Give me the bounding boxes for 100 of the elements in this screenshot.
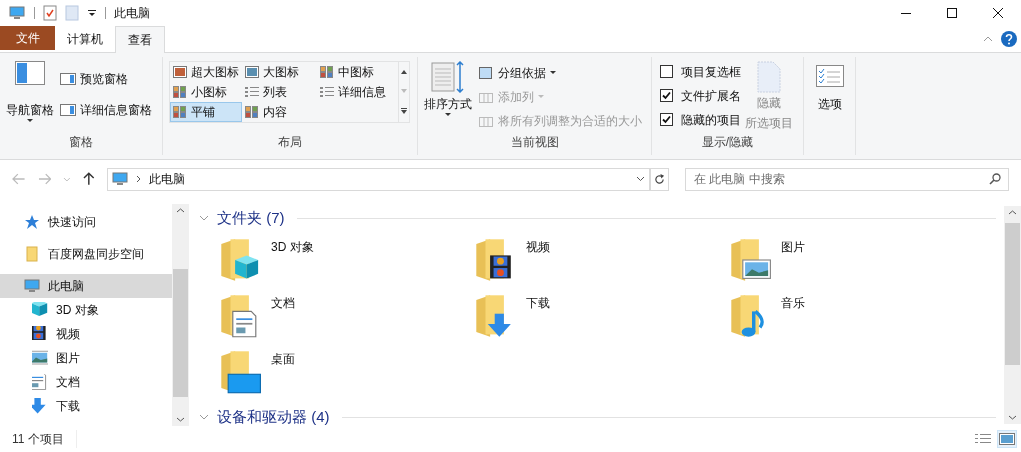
caret-icon [445, 113, 451, 117]
search-field[interactable]: 在 此电脑 中搜索 [685, 167, 1009, 191]
film-icon [32, 326, 48, 342]
pane-button[interactable]: 详细信息窗格 [60, 101, 152, 119]
scroll-up-icon[interactable] [401, 69, 407, 74]
address-path: 此电脑 [148, 171, 185, 188]
folder-tile[interactable]: 桌面 [219, 349, 474, 405]
close-icon [993, 8, 1003, 18]
view-layout-icon [173, 106, 187, 118]
cube-icon [32, 302, 48, 318]
nav-item[interactable]: 下载 [0, 394, 172, 418]
properties-icon[interactable] [43, 5, 57, 21]
view-layout-icon [173, 86, 187, 98]
large-icons-view-icon [999, 433, 1015, 445]
folder-icon [24, 246, 40, 262]
folder-tile[interactable]: 下载 [474, 293, 729, 349]
pane-icon [60, 73, 76, 85]
help-icon[interactable] [1001, 31, 1017, 47]
breadcrumb-chevron-icon [135, 175, 141, 183]
layout-option[interactable]: 详细信息 [317, 82, 397, 102]
scroll-up-icon[interactable] [176, 208, 185, 213]
search-icon[interactable] [989, 172, 1001, 185]
monitor-icon [24, 278, 40, 294]
up-icon[interactable] [82, 172, 95, 186]
down-arrow-icon [32, 398, 48, 414]
nav-item[interactable]: 图片 [0, 346, 172, 370]
scrollbar-thumb[interactable] [1005, 223, 1020, 365]
scroll-down-icon[interactable] [176, 417, 185, 422]
navigation-pane-button[interactable]: 导航窗格 [4, 57, 56, 133]
caret-icon [27, 119, 33, 123]
folder-tile[interactable]: 图片 [729, 237, 984, 293]
scroll-down-icon[interactable] [1008, 415, 1017, 420]
collapse-ribbon-icon[interactable] [983, 36, 993, 42]
scroll-up-icon[interactable] [1008, 210, 1017, 215]
pane-layout-icon [15, 61, 45, 85]
star-icon [24, 214, 40, 230]
nav-item[interactable]: 百度网盘同步空间 [0, 242, 172, 266]
view-layout-icon [320, 86, 334, 98]
folder-tile[interactable]: 3D 对象 [219, 237, 474, 293]
address-field[interactable]: 此电脑 [106, 167, 650, 191]
sidebar-scrollbar[interactable] [172, 204, 189, 426]
checkbox[interactable] [660, 113, 673, 126]
view-action-button[interactable]: 分组依据 [478, 63, 642, 82]
scrollbar-thumb[interactable] [173, 269, 188, 397]
content-scrollbar[interactable] [1004, 206, 1021, 424]
ribbon-tab[interactable]: 查看 [115, 26, 165, 53]
picture-icon [32, 350, 48, 366]
folder-tile[interactable]: 音乐 [729, 293, 984, 349]
nav-item[interactable]: 此电脑 [0, 274, 172, 298]
nav-item[interactable]: 文档 [0, 370, 172, 394]
view-layout-icon [245, 66, 259, 78]
layout-option[interactable]: 超大图标 [170, 62, 242, 82]
layout-option[interactable]: 小图标 [170, 82, 242, 102]
nav-item[interactable]: 3D 对象 [0, 298, 172, 322]
dropdown-icon[interactable] [635, 176, 645, 182]
sort-button[interactable]: 排序方式 [422, 57, 474, 133]
view-layout-icon [320, 66, 334, 78]
more-icon[interactable] [401, 108, 407, 115]
check-icon [662, 115, 671, 124]
layout-option[interactable]: 中图标 [317, 62, 397, 82]
folder-tile[interactable]: 文档 [219, 293, 474, 349]
section-header[interactable]: 文件夹 (7) [217, 206, 285, 230]
caret-icon [538, 94, 544, 99]
details-view-icon [975, 433, 991, 445]
chevron-down-icon[interactable] [199, 412, 209, 422]
group-label: 显示/隐藏 [700, 134, 755, 151]
ribbon-tab[interactable]: 计算机 [55, 26, 115, 51]
minimize-icon [901, 12, 911, 14]
checklist-icon [815, 65, 844, 87]
refresh-icon [653, 173, 665, 185]
view-layout-icon [245, 86, 259, 98]
document-icon [32, 374, 48, 390]
chevron-down-icon[interactable] [199, 213, 209, 223]
checkbox[interactable] [660, 89, 673, 102]
nav-item[interactable]: 快速访问 [0, 210, 172, 234]
checkbox[interactable] [660, 65, 673, 78]
dropdown-icon[interactable] [87, 8, 97, 18]
section-header[interactable]: 设备和驱动器 (4) [217, 405, 330, 426]
layout-option[interactable]: 平铺 [170, 102, 242, 122]
view-layout-icon [245, 106, 259, 118]
layout-option[interactable]: 内容 [242, 102, 317, 122]
layout-option[interactable]: 列表 [242, 82, 317, 102]
sort-icon [431, 61, 465, 93]
checkbox-label: 文件扩展名 [681, 87, 741, 105]
pane-icon [60, 104, 76, 116]
group-label: 布局 [277, 134, 303, 151]
nav-item[interactable]: 视频 [0, 322, 172, 346]
options-button[interactable]: 选项 [804, 57, 855, 113]
monitor-icon [111, 171, 128, 187]
file-tab[interactable]: 文件 [0, 26, 55, 50]
folder-tile[interactable]: 视频 [474, 237, 729, 293]
refresh-button[interactable] [649, 167, 670, 191]
layout-option[interactable]: 大图标 [242, 62, 317, 82]
window-title: 此电脑 [114, 5, 150, 22]
document-icon [757, 61, 781, 93]
pane-button[interactable]: 预览窗格 [60, 70, 152, 88]
column-icon [478, 65, 494, 80]
maximize-icon [947, 8, 957, 18]
view-toggle-button[interactable] [997, 430, 1017, 448]
view-layout-icon [173, 66, 187, 78]
